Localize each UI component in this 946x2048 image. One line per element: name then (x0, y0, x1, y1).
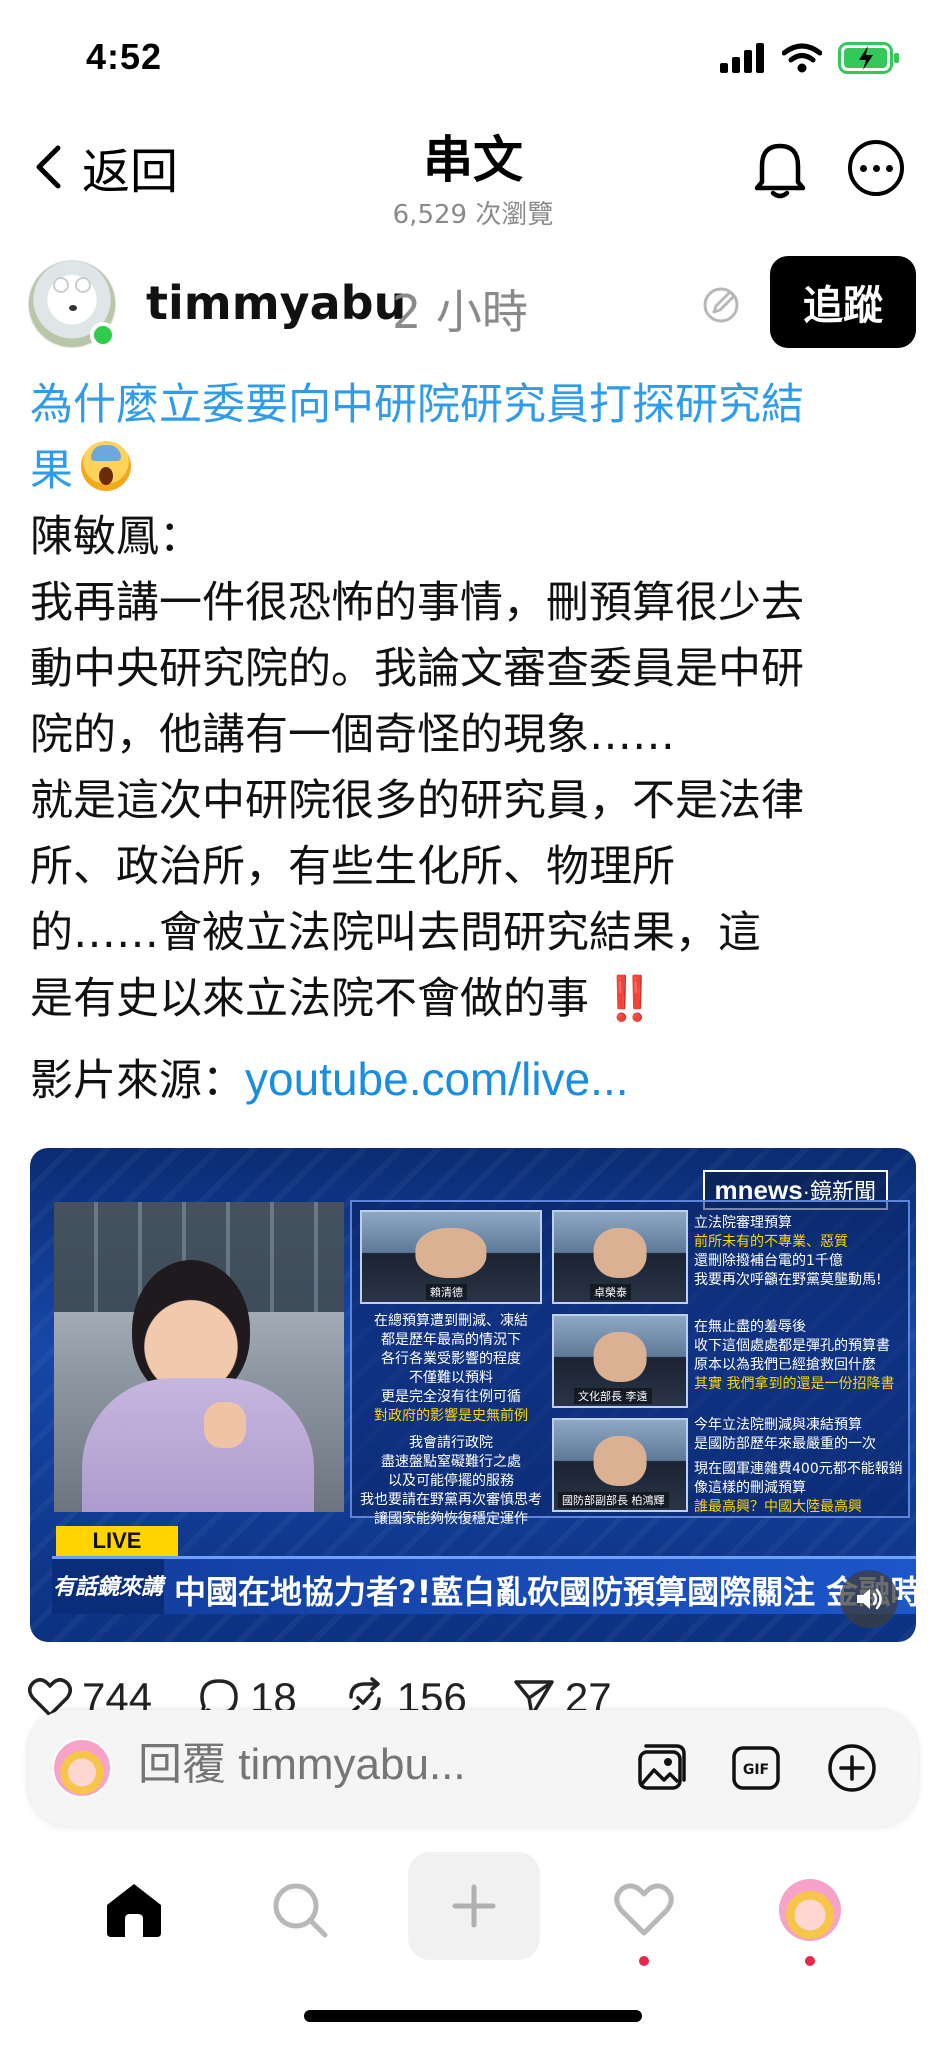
plus-icon (452, 1884, 496, 1928)
cellular-signal-icon (720, 43, 764, 73)
gif-icon[interactable]: GIF (728, 1740, 784, 1796)
thread-header: 返回 串文 6,529 次瀏覽 (0, 110, 946, 240)
post-timestamp: 2 小時 (392, 285, 528, 339)
notification-dot (805, 1956, 815, 1966)
quote-block-3: 在無止盡的羞辱後 收下這個處處都是彈孔的預算書 原本以為我們已經搶救回什麼 其實… (694, 1319, 895, 1392)
reply-input[interactable] (138, 1740, 538, 1790)
quote-block-2: 立法院審理預算 前所未有的不專業、惡質 還刪除撥補台電的1千億 我要再次呼籲在野… (694, 1215, 882, 1288)
mute-button[interactable] (840, 1570, 898, 1628)
source-link[interactable]: youtube.com/live... (245, 1053, 629, 1105)
more-horizontal-icon (859, 164, 867, 172)
search-icon (273, 1883, 328, 1938)
tab-search[interactable] (250, 1860, 350, 1960)
politician-photo: 賴清德 (360, 1210, 542, 1304)
author-username[interactable]: timmyabu (146, 276, 406, 330)
reply-composer: GIF (28, 1710, 918, 1826)
plus-circle-icon[interactable] (824, 1740, 880, 1796)
double-exclamation-emoji-icon: ‼️ (602, 974, 657, 1024)
speaker-name: 陳敏鳳： (30, 512, 202, 562)
speaker-icon (857, 1588, 882, 1610)
tab-home[interactable] (84, 1860, 184, 1960)
follow-button[interactable]: 追蹤 (770, 256, 916, 348)
paragraph-1: 我再講一件很恐怖的事情，刪預算很少去 動中央研究院的。我論文審查委員是中研 院的… (30, 578, 804, 760)
home-indicator (304, 2010, 642, 2022)
home-icon (107, 1884, 161, 1937)
avatar (779, 1879, 841, 1941)
more-button[interactable] (848, 140, 904, 196)
edit-pencil-icon (703, 287, 739, 323)
news-ticker: 有話鏡來講 中國在地協力者?!藍白亂砍國防預算國際關注 金融時報:恐冒與川普疏遠… (52, 1556, 916, 1614)
news-graphic-panel: 賴清德 在總預算遭到刪減、凍結 都是歷年最高的情況下 各行各業受影響的程度 不僅… (350, 1200, 910, 1527)
bottom-tab-bar (0, 1852, 946, 1992)
avatar (52, 1738, 112, 1798)
politician-photo: 國防部副部長 柏鴻輝 (552, 1418, 688, 1512)
post-headline: 為什麼立委要向中研院研究員打探研究結 果 (30, 380, 804, 496)
quote-block-1: 在總預算遭到刪減、凍結 都是歷年最高的情況下 各行各業受影響的程度 不僅難以預料… (360, 1313, 542, 1527)
wifi-icon (782, 43, 822, 73)
quote-block-4: 今年立法院刪減與凍結預算 是國防部歷年來最嚴重的一次 現在國軍連雜費400元都不… (694, 1417, 903, 1515)
gallery-icon[interactable] (632, 1740, 688, 1796)
author-row: timmyabu 2 小時 追蹤 (0, 256, 946, 356)
status-icons (720, 42, 900, 74)
source-label: 影片來源： (30, 1056, 245, 1106)
scream-emoji-icon (81, 441, 131, 491)
ticker-headline: 中國在地協力者?!藍白亂砍國防預算國際關注 金融時報:恐冒與川普疏遠風險 (174, 1573, 916, 1611)
battery-charging-icon (838, 42, 899, 74)
anchor-video-frame (54, 1202, 344, 1512)
video-embed[interactable]: mnews·鏡新聞 賴清德 在總預算遭到刪減、凍結 都是歷年最高的情況下 各行各… (30, 1148, 916, 1642)
post-body: 為什麼立委要向中研院研究員打探研究結 果 陳敏鳳： 我再講一件很恐怖的事情，刪預… (30, 372, 920, 1114)
tab-create[interactable] (408, 1852, 540, 1960)
status-time: 4:52 (86, 36, 163, 77)
notification-dot (639, 1956, 649, 1966)
status-bar: 4:52 (0, 0, 946, 110)
paragraph-2: 就是這次中研院很多的研究員，不是法律 所、政治所，有些生化所、物理所 的……會被… (30, 776, 804, 1024)
tab-profile[interactable] (760, 1860, 860, 1966)
source-row: 影片來源：youtube.com/live... (30, 1046, 920, 1114)
show-logo: 有話鏡來講 (52, 1559, 164, 1614)
tab-activity[interactable] (594, 1860, 694, 1966)
heart-icon (614, 1883, 674, 1936)
politician-photo: 卓榮泰 (552, 1210, 688, 1304)
svg-text:GIF: GIF (743, 1762, 769, 1778)
politician-photo: 文化部長 李遠 (552, 1314, 688, 1408)
online-status-dot (90, 322, 116, 348)
notifications-button[interactable] (752, 138, 808, 199)
live-badge: LIVE (56, 1526, 178, 1556)
bell-icon (754, 143, 806, 199)
